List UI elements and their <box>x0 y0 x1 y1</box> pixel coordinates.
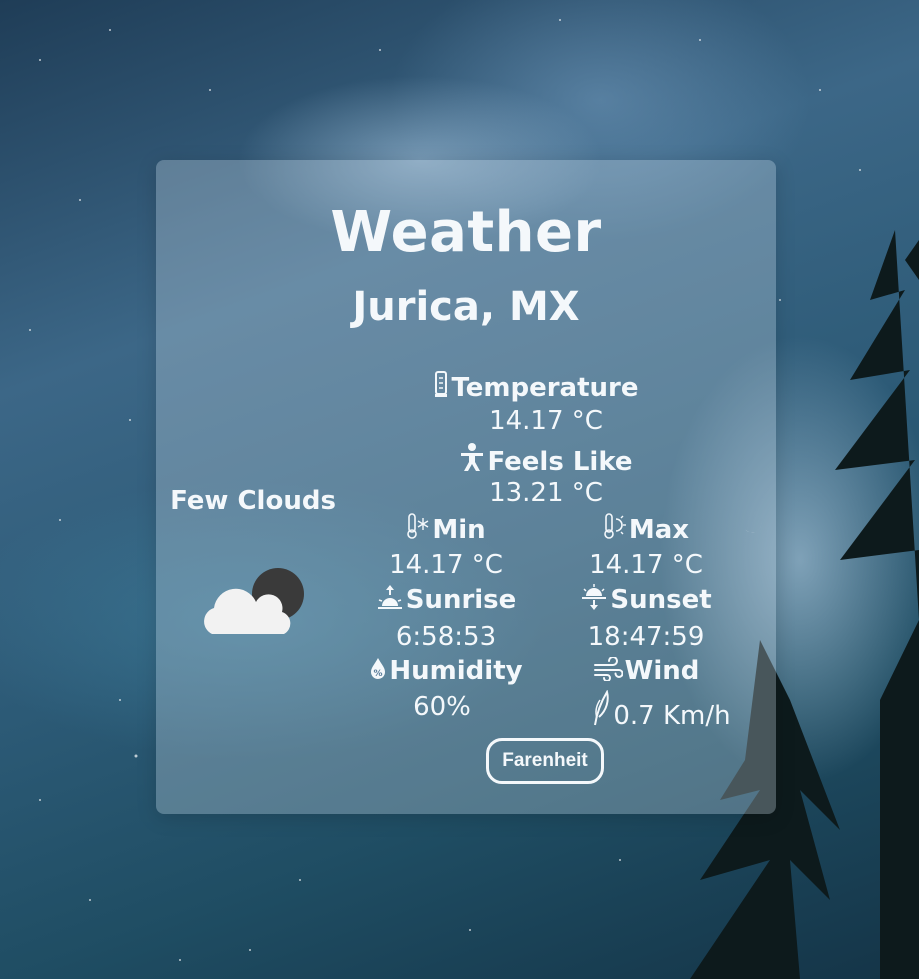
sunrise-value: 6:58:53 <box>395 622 497 652</box>
humidity-value: 60% <box>413 692 471 722</box>
sunrise-label-row: Sunrise <box>346 584 546 617</box>
sunset-value: 18:47:59 <box>587 622 705 652</box>
condition-text: Few Clouds <box>170 486 336 516</box>
feels-like-label: Feels Like <box>487 447 633 477</box>
temperature-label-row: Temperature <box>416 370 656 405</box>
sunset-label-row: Sunset <box>556 584 736 617</box>
wind-label: Wind <box>624 656 700 686</box>
svg-text:%: % <box>374 669 383 679</box>
person-icon <box>459 442 485 479</box>
sunrise-label: Sunrise <box>405 585 517 615</box>
humidity-label: Humidity <box>389 656 523 686</box>
temperature-label: Temperature <box>451 373 639 403</box>
thermometer-cold-icon <box>406 512 430 547</box>
thermometer-hot-icon <box>603 512 627 547</box>
wind-label-row: Wind <box>556 656 736 688</box>
max-value: 14.17 °C <box>589 550 703 580</box>
humidity-drop-icon: % <box>369 657 387 688</box>
max-label: Max <box>628 515 690 545</box>
humidity-label-row: % Humidity <box>346 656 546 688</box>
wind-value: 0.7 Km/h <box>613 701 731 731</box>
sunset-icon <box>580 584 608 617</box>
thermometer-icon <box>433 370 449 405</box>
max-label-row: Max <box>556 512 736 547</box>
fahrenheit-toggle-button[interactable]: Farenheit <box>486 738 604 784</box>
wind-value-row: 0.7 Km/h <box>576 689 746 733</box>
min-label-row: Min <box>356 512 536 547</box>
weather-card: Weather Jurica, MX Few Clouds Temperatur… <box>156 160 776 814</box>
cloud-moon-icon <box>200 564 310 642</box>
feels-like-label-row: Feels Like <box>436 442 656 479</box>
city-name: Jurica, MX <box>352 284 580 330</box>
min-value: 14.17 °C <box>389 550 503 580</box>
sunrise-icon <box>376 584 404 617</box>
wind-icon <box>593 656 624 688</box>
page-title: Weather <box>330 200 602 265</box>
feels-like-value: 13.21 °C <box>489 478 603 508</box>
temperature-value: 14.17 °C <box>489 406 603 436</box>
sunset-label: Sunset <box>610 585 712 615</box>
wind-leaf-icon <box>591 689 611 733</box>
min-label: Min <box>432 515 486 545</box>
